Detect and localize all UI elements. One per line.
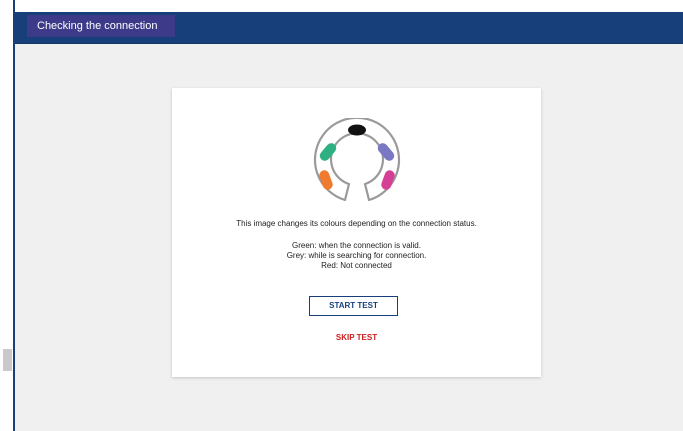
window-title: Checking the connection: [27, 15, 175, 37]
start-test-button[interactable]: START TEST: [309, 296, 398, 316]
header-bar: Checking the connection: [15, 12, 683, 44]
app-window: Checking the connection This image chang…: [15, 12, 683, 431]
status-legend: Green: when the connection is valid. Gre…: [172, 241, 541, 271]
status-green-line: Green: when the connection is valid.: [292, 241, 421, 250]
status-grey-line: Grey: while is searching for connection.: [286, 251, 427, 260]
skip-test-link[interactable]: SKIP TEST: [172, 333, 541, 342]
connection-ring-icon: [313, 118, 401, 202]
ring-segment-top: [348, 124, 366, 136]
status-red-line: Red: Not connected: [321, 261, 392, 270]
connection-check-card: This image changes its colours depending…: [172, 88, 541, 377]
background-mark: [3, 349, 12, 371]
status-description: This image changes its colours depending…: [236, 219, 477, 228]
